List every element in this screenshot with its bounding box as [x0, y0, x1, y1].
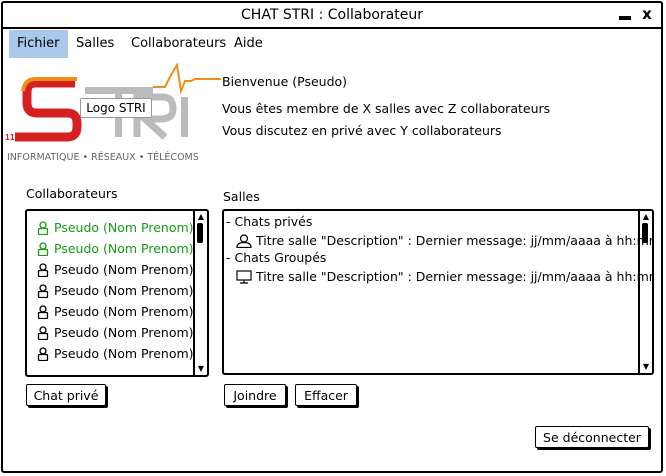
- collaborateur-name: Pseudo (Nom Prenom): [54, 304, 194, 319]
- collaborateur-name: Pseudo (Nom Prenom): [54, 220, 194, 235]
- collaborateur-item[interactable]: Pseudo (Nom Prenom): [37, 218, 194, 238]
- logo-tagline: INFORMATIQUE • RÉSEAUX • TÉLÉCOMS: [7, 151, 199, 163]
- collaborateurs-label: Collaborateurs: [26, 186, 118, 201]
- menu-salles[interactable]: Salles: [68, 30, 122, 58]
- salle-prive-text: Titre salle "Description" : Dernier mess…: [256, 233, 654, 248]
- salle-item-prive[interactable]: Titre salle "Description" : Dernier mess…: [236, 232, 654, 250]
- salle-item-groupe[interactable]: Titre salle "Description" : Dernier mess…: [236, 268, 654, 286]
- person-lock-icon: [37, 326, 49, 341]
- window-title: CHAT STRI : Collaborateur: [241, 7, 423, 23]
- person-lock-icon: [37, 284, 49, 299]
- app-window: CHAT STRI : Collaborateur x Fichier Sall…: [1, 1, 663, 473]
- collaborateur-item[interactable]: Pseudo (Nom Prenom): [37, 260, 194, 280]
- person-lock-icon: [37, 347, 49, 362]
- salles-label: Salles: [223, 189, 260, 204]
- collaborateur-item[interactable]: Pseudo (Nom Prenom): [37, 239, 194, 259]
- effacer-button[interactable]: Effacer: [295, 384, 357, 406]
- minimize-button[interactable]: [617, 5, 633, 23]
- salle-groupe-text: Titre salle "Description" : Dernier mess…: [256, 269, 654, 284]
- monitor-icon: [236, 270, 252, 284]
- group-chats-prives[interactable]: - Chats privés: [226, 213, 312, 231]
- salles-info: Vous êtes membre de X salles avec Z coll…: [222, 101, 551, 116]
- collaborateur-item[interactable]: Pseudo (Nom Prenom): [37, 323, 194, 343]
- welcome-greeting: Bienvenue (Pseudo): [222, 74, 348, 89]
- collaborateur-name: Pseudo (Nom Prenom): [54, 346, 194, 361]
- user-icon: [236, 234, 252, 249]
- person-lock-icon: [37, 221, 49, 236]
- joindre-button[interactable]: Joindre: [224, 384, 286, 406]
- collaborateur-item[interactable]: Pseudo (Nom Prenom): [37, 302, 194, 322]
- logo-placeholder-label: Logo STRI: [80, 98, 152, 118]
- logo-binary: 1101100: [5, 133, 39, 142]
- collaborateur-name: Pseudo (Nom Prenom): [54, 262, 194, 277]
- close-button[interactable]: x: [639, 5, 655, 23]
- scroll-thumb[interactable]: [642, 223, 648, 243]
- collaborateur-name: Pseudo (Nom Prenom): [54, 283, 194, 298]
- scroll-down-icon[interactable]: ▼: [196, 364, 206, 374]
- collaborateur-name: Pseudo (Nom Prenom): [54, 241, 194, 256]
- collaborateur-name: Pseudo (Nom Prenom): [54, 325, 194, 340]
- stri-logo: 1101100 INFORMATIQUE • RÉSEAUX • TÉLÉCOM…: [5, 61, 221, 169]
- scroll-thumb[interactable]: [197, 223, 203, 243]
- person-lock-icon: [37, 242, 49, 257]
- chat-prive-button[interactable]: Chat privé: [26, 384, 106, 406]
- menu-fichier[interactable]: Fichier: [9, 30, 68, 58]
- menu-collaborateurs[interactable]: Collaborateurs: [123, 30, 234, 58]
- salles-scrollbar[interactable]: ▲ ▼: [638, 211, 652, 373]
- person-lock-icon: [37, 305, 49, 320]
- scroll-down-icon[interactable]: ▼: [641, 362, 651, 372]
- collaborateur-item[interactable]: Pseudo (Nom Prenom): [37, 281, 194, 301]
- collaborateur-item[interactable]: Pseudo (Nom Prenom): [37, 344, 194, 364]
- prive-info: Vous discutez en privé avec Y collaborat…: [222, 123, 502, 138]
- title-bar: CHAT STRI : Collaborateur x: [3, 3, 661, 29]
- collaborateurs-list[interactable]: Pseudo (Nom Prenom) Pseudo (Nom Prenom) Ps…: [25, 209, 209, 377]
- group-chats-groupes[interactable]: - Chats Groupés: [226, 249, 326, 267]
- deconnecter-button[interactable]: Se déconnecter: [535, 426, 649, 448]
- person-lock-icon: [37, 263, 49, 278]
- salles-list[interactable]: - Chats privés Titre salle "Description"…: [222, 209, 654, 375]
- menu-bar: Fichier Salles Collaborateurs Aide: [3, 27, 661, 59]
- collaborateurs-scrollbar[interactable]: ▲ ▼: [193, 211, 207, 375]
- scroll-up-icon[interactable]: ▲: [196, 212, 206, 222]
- scroll-up-icon[interactable]: ▲: [641, 212, 651, 222]
- menu-aide[interactable]: Aide: [226, 30, 271, 58]
